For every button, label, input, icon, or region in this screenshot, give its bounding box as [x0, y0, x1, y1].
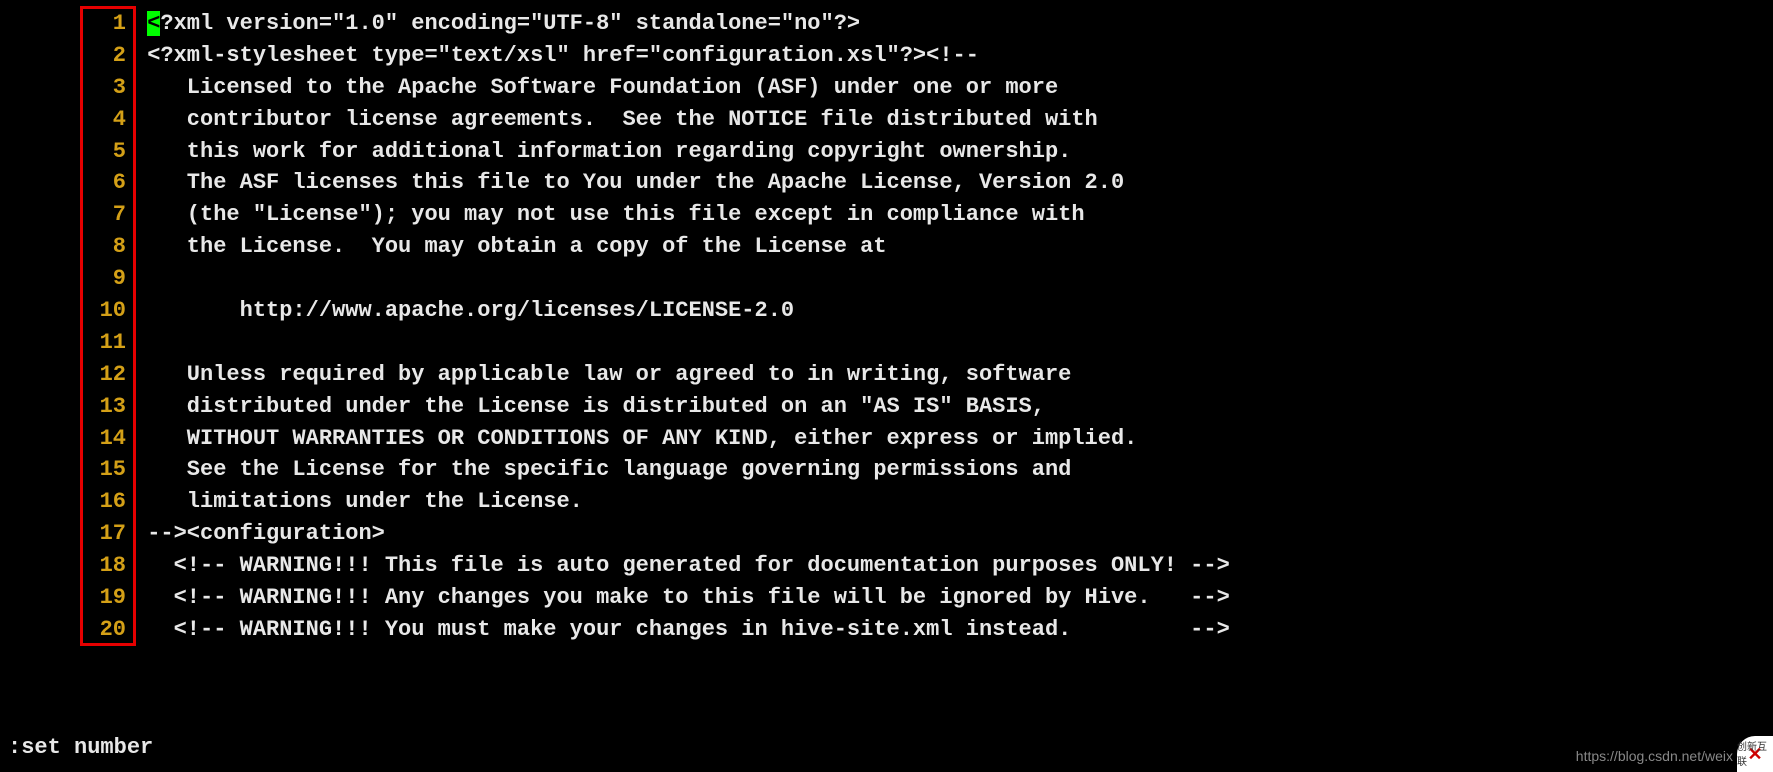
- line-number: 7: [0, 199, 134, 231]
- code-line[interactable]: 4 contributor license agreements. See th…: [0, 104, 1773, 136]
- line-number: 5: [0, 136, 134, 168]
- code-text[interactable]: WITHOUT WARRANTIES OR CONDITIONS OF ANY …: [147, 423, 1773, 455]
- code-line[interactable]: 8 the License. You may obtain a copy of …: [0, 231, 1773, 263]
- vim-command-line[interactable]: :set number: [8, 732, 153, 764]
- code-text[interactable]: (the "License"); you may not use this fi…: [147, 199, 1773, 231]
- line-number: 4: [0, 104, 134, 136]
- watermark-text: https://blog.csdn.net/weix: [1576, 746, 1733, 766]
- code-line[interactable]: 14 WITHOUT WARRANTIES OR CONDITIONS OF A…: [0, 423, 1773, 455]
- cursor: <: [147, 11, 160, 36]
- code-line[interactable]: 2 <?xml-stylesheet type="text/xsl" href=…: [0, 40, 1773, 72]
- code-line[interactable]: 17 --><configuration>: [0, 518, 1773, 550]
- line-number: 2: [0, 40, 134, 72]
- code-text[interactable]: <?xml-stylesheet type="text/xsl" href="c…: [147, 40, 1773, 72]
- code-text[interactable]: <?xml version="1.0" encoding="UTF-8" sta…: [147, 8, 1773, 40]
- code-line[interactable]: 19 <!-- WARNING!!! Any changes you make …: [0, 582, 1773, 614]
- code-text[interactable]: [147, 263, 1773, 295]
- code-line[interactable]: 3 Licensed to the Apache Software Founda…: [0, 72, 1773, 104]
- line-number: 6: [0, 167, 134, 199]
- brand-badge-text: 创新互联: [1737, 741, 1771, 770]
- code-line[interactable]: 1 <?xml version="1.0" encoding="UTF-8" s…: [0, 8, 1773, 40]
- code-text[interactable]: The ASF licenses this file to You under …: [147, 167, 1773, 199]
- line-number: 18: [0, 550, 134, 582]
- line-number: 20: [0, 614, 134, 646]
- line-number: 19: [0, 582, 134, 614]
- code-line[interactable]: 11: [0, 327, 1773, 359]
- code-text[interactable]: [147, 327, 1773, 359]
- code-text[interactable]: <!-- WARNING!!! This file is auto genera…: [147, 550, 1773, 582]
- brand-badge-icon: ✕创新互联: [1737, 736, 1773, 772]
- code-text[interactable]: the License. You may obtain a copy of th…: [147, 231, 1773, 263]
- line-number: 11: [0, 327, 134, 359]
- code-line[interactable]: 10 http://www.apache.org/licenses/LICENS…: [0, 295, 1773, 327]
- code-text[interactable]: this work for additional information reg…: [147, 136, 1773, 168]
- line-number: 10: [0, 295, 134, 327]
- code-text[interactable]: <!-- WARNING!!! Any changes you make to …: [147, 582, 1773, 614]
- line-number: 14: [0, 423, 134, 455]
- code-line[interactable]: 6 The ASF licenses this file to You unde…: [0, 167, 1773, 199]
- code-line[interactable]: 9: [0, 263, 1773, 295]
- line-number: 16: [0, 486, 134, 518]
- editor-area[interactable]: 1 <?xml version="1.0" encoding="UTF-8" s…: [0, 8, 1773, 646]
- code-line[interactable]: 18 <!-- WARNING!!! This file is auto gen…: [0, 550, 1773, 582]
- line-number: 9: [0, 263, 134, 295]
- code-line[interactable]: 16 limitations under the License.: [0, 486, 1773, 518]
- code-text[interactable]: limitations under the License.: [147, 486, 1773, 518]
- code-text[interactable]: Licensed to the Apache Software Foundati…: [147, 72, 1773, 104]
- line-number: 1: [0, 8, 134, 40]
- code-line[interactable]: 13 distributed under the License is dist…: [0, 391, 1773, 423]
- code-text[interactable]: --><configuration>: [147, 518, 1773, 550]
- line-number: 13: [0, 391, 134, 423]
- line-number: 12: [0, 359, 134, 391]
- line-number: 17: [0, 518, 134, 550]
- code-line[interactable]: 15 See the License for the specific lang…: [0, 454, 1773, 486]
- line-number: 15: [0, 454, 134, 486]
- code-line[interactable]: 20 <!-- WARNING!!! You must make your ch…: [0, 614, 1773, 646]
- code-line[interactable]: 12 Unless required by applicable law or …: [0, 359, 1773, 391]
- code-text[interactable]: <!-- WARNING!!! You must make your chang…: [147, 614, 1773, 646]
- code-line[interactable]: 5 this work for additional information r…: [0, 136, 1773, 168]
- code-text[interactable]: See the License for the specific languag…: [147, 454, 1773, 486]
- code-text[interactable]: http://www.apache.org/licenses/LICENSE-2…: [147, 295, 1773, 327]
- code-text[interactable]: Unless required by applicable law or agr…: [147, 359, 1773, 391]
- code-text[interactable]: contributor license agreements. See the …: [147, 104, 1773, 136]
- code-text[interactable]: distributed under the License is distrib…: [147, 391, 1773, 423]
- line-number: 3: [0, 72, 134, 104]
- line-number: 8: [0, 231, 134, 263]
- code-line[interactable]: 7 (the "License"); you may not use this …: [0, 199, 1773, 231]
